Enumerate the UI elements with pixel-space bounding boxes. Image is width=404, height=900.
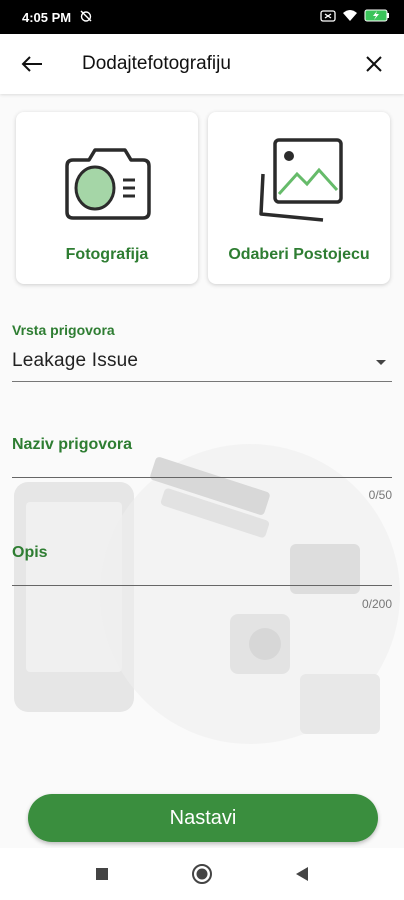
screen-record-icon <box>320 9 336 25</box>
description-label: Opis <box>12 544 48 561</box>
complaint-name-counter: 0/50 <box>368 488 392 502</box>
app-bar: Dodajtefotografiju <box>0 34 404 94</box>
status-bar: 4:05 PM <box>0 0 404 34</box>
recents-square-icon <box>96 868 108 880</box>
complaint-type-select[interactable]: Leakage Issue <box>12 346 392 382</box>
home-circle-icon <box>192 864 212 884</box>
content-area: Fotografija Odaberi Postojecu Vrsta prig… <box>0 94 404 848</box>
take-photo-card[interactable]: Fotografija <box>16 112 198 284</box>
complaint-name-field[interactable]: Naziv prigovora <box>12 432 392 478</box>
dropdown-arrow-icon <box>376 360 386 365</box>
home-button[interactable] <box>187 859 217 889</box>
choose-existing-label: Odaberi Postojecu <box>228 246 370 263</box>
complaint-type-value: Leakage Issue <box>12 350 139 371</box>
recents-button[interactable] <box>87 859 117 889</box>
battery-charging-icon <box>364 9 390 25</box>
complaint-type-label: Vrsta prigovora <box>12 322 115 338</box>
page-title: Dodajtefotografiju <box>82 53 231 74</box>
system-back-button[interactable] <box>287 859 317 889</box>
back-button[interactable] <box>12 44 52 84</box>
system-nav-bar <box>0 848 404 900</box>
description-counter: 0/200 <box>361 597 392 611</box>
gallery-images-icon <box>208 130 390 230</box>
back-triangle-icon <box>296 867 308 881</box>
continue-button[interactable]: Nastavi <box>28 794 378 842</box>
alarm-off-icon <box>79 9 93 26</box>
camera-icon <box>16 130 198 226</box>
choose-existing-card[interactable]: Odaberi Postojecu <box>208 112 390 284</box>
wifi-icon <box>342 9 358 25</box>
complaint-name-label: Naziv prigovora <box>12 436 133 453</box>
description-field[interactable]: Opis <box>12 540 392 586</box>
status-icons <box>320 9 390 25</box>
status-time: 4:05 PM <box>22 9 72 25</box>
arrow-left-icon <box>21 56 42 72</box>
background-illustration <box>14 444 400 744</box>
close-icon <box>366 56 382 72</box>
close-button[interactable] <box>354 44 394 84</box>
take-photo-label: Fotografija <box>65 246 149 263</box>
